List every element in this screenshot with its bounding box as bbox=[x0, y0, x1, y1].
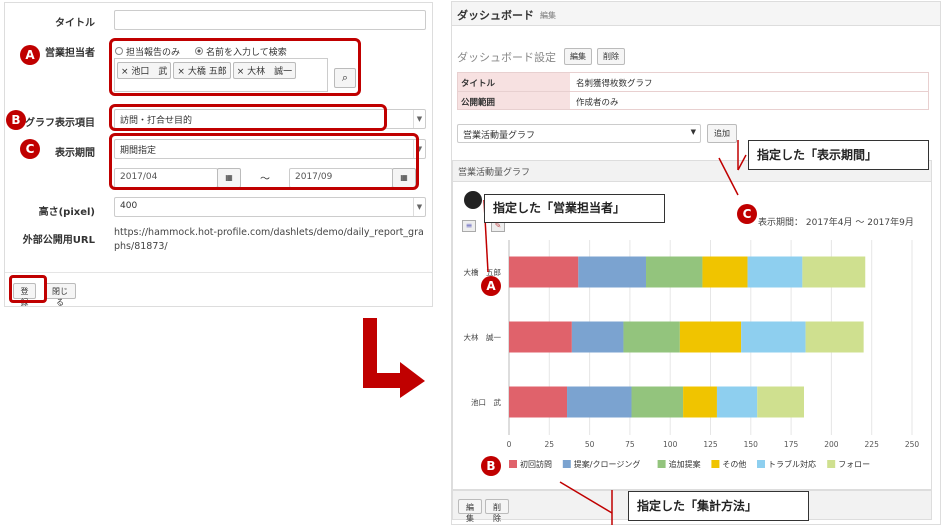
bar-segment bbox=[757, 386, 804, 418]
transition-arrow-icon bbox=[363, 318, 425, 398]
bar-segment bbox=[571, 321, 624, 353]
bar-segment bbox=[679, 321, 742, 353]
table-key: タイトル bbox=[458, 73, 570, 91]
bar-segment bbox=[567, 386, 632, 418]
legend-swatch bbox=[657, 460, 666, 468]
highlight-sales-rep bbox=[109, 38, 361, 96]
bar-segment bbox=[509, 256, 579, 288]
graph-edit-button[interactable]: 編集 bbox=[458, 499, 482, 523]
legend-swatch bbox=[562, 460, 571, 468]
x-tick-label: 200 bbox=[824, 440, 839, 449]
bar-segment bbox=[747, 256, 803, 288]
bar-segment bbox=[623, 321, 680, 353]
x-tick-label: 250 bbox=[905, 440, 920, 449]
highlight-period bbox=[109, 133, 419, 190]
legend-swatch bbox=[509, 460, 517, 468]
legend-swatch bbox=[827, 460, 836, 468]
bar-segment bbox=[802, 256, 866, 288]
x-tick-label: 125 bbox=[703, 440, 718, 449]
category-label: 池口 武 bbox=[471, 397, 501, 407]
settings-delete-button[interactable]: 削除 bbox=[597, 48, 625, 65]
x-tick-label: 225 bbox=[865, 440, 880, 449]
height-select[interactable]: 400 ▼ bbox=[114, 197, 426, 217]
graph-delete-button[interactable]: 削除 bbox=[485, 499, 509, 523]
bar-segment bbox=[631, 386, 684, 418]
x-tick-label: 175 bbox=[784, 440, 799, 449]
title-input[interactable] bbox=[114, 10, 426, 30]
badge-b-dashboard: B bbox=[481, 456, 501, 476]
callout-aggregation: 指定した「集計方法」 bbox=[628, 491, 809, 521]
bar-segment bbox=[741, 321, 806, 353]
dashboard-edit-link[interactable]: 編集 bbox=[540, 10, 556, 21]
highlight-graph-item bbox=[109, 104, 387, 131]
legend-label: トラブル対応 bbox=[768, 459, 816, 469]
period-display: 表示期間： 2017年4月 ～ 2017年9月 bbox=[758, 218, 914, 228]
stacked-bar-chart: 0 25 50 75 100 125 150 175 200 225 250 大橋 五郎大林 誠一池口… bbox=[464, 240, 920, 469]
close-button[interactable]: 閉じる bbox=[44, 283, 76, 307]
chevron-down-icon: ▼ bbox=[413, 110, 425, 128]
legend-label: 追加提案 bbox=[669, 459, 701, 469]
graph-item-label: グラフ表示項目 bbox=[25, 118, 95, 129]
graph-select[interactable]: 営業活動量グラフ ▼ bbox=[457, 124, 701, 143]
add-graph-button[interactable]: 追加 bbox=[707, 124, 737, 143]
table-value: 名刺獲得枚数グラフ bbox=[576, 79, 653, 89]
legend-swatch bbox=[711, 460, 720, 468]
graph-panel-title: 営業活動量グラフ bbox=[458, 168, 531, 178]
bar-segment bbox=[702, 256, 748, 288]
x-tick-label: 75 bbox=[625, 440, 635, 449]
settings-edit-button[interactable]: 編集 bbox=[564, 48, 592, 65]
chevron-down-icon: ▼ bbox=[413, 198, 425, 216]
table-key: 公開範囲 bbox=[458, 92, 570, 109]
bar-segment bbox=[716, 386, 758, 418]
badge-c: C bbox=[20, 139, 40, 159]
bar-segment bbox=[646, 256, 703, 288]
badge-a: A bbox=[20, 45, 40, 65]
category-label: 大林 誠一 bbox=[464, 332, 502, 342]
bar-segment bbox=[805, 321, 864, 353]
dashboard-settings-label: ダッシュボード設定 bbox=[457, 51, 556, 64]
bar-segment bbox=[509, 321, 572, 353]
legend-label: 初回訪問 bbox=[520, 459, 552, 469]
table-row: タイトル 名刺獲得枚数グラフ bbox=[457, 72, 929, 91]
x-tick-label: 150 bbox=[744, 440, 759, 449]
callout-period: 指定した「表示期間」 bbox=[748, 140, 929, 170]
dashboard-title: ダッシュボード bbox=[457, 9, 534, 22]
public-url-value[interactable]: https://hammock.hot-profile.com/dashlets… bbox=[114, 226, 426, 254]
legend-label: フォロー bbox=[838, 460, 870, 469]
table-value: 作成者のみ bbox=[576, 98, 619, 108]
badge-b: B bbox=[6, 110, 26, 130]
chevron-down-icon: ▼ bbox=[690, 128, 696, 136]
chart-type-icon bbox=[464, 191, 482, 209]
settings-table: タイトル 名刺獲得枚数グラフ 公開範囲 作成者のみ bbox=[457, 72, 929, 110]
legend-label: 提案/クロージング bbox=[574, 459, 641, 469]
bar-segment bbox=[578, 256, 647, 288]
x-tick-label: 0 bbox=[507, 440, 512, 449]
chart-toolbar-icon[interactable]: ≡ bbox=[462, 220, 476, 232]
legend-swatch bbox=[757, 460, 765, 468]
x-tick-label: 100 bbox=[663, 440, 678, 449]
bar-segment bbox=[683, 386, 717, 418]
highlight-register bbox=[9, 275, 47, 303]
title-label: タイトル bbox=[55, 18, 95, 29]
bar-segment bbox=[509, 386, 568, 418]
table-row: 公開範囲 作成者のみ bbox=[457, 91, 929, 110]
badge-c-dashboard: C bbox=[737, 204, 757, 224]
category-label: 大橋 五郎 bbox=[464, 267, 502, 277]
badge-a-dashboard: A bbox=[481, 276, 501, 296]
callout-sales-rep: 指定した「営業担当者」 bbox=[484, 194, 665, 223]
height-value: 400 bbox=[120, 201, 138, 211]
form-divider bbox=[5, 272, 432, 273]
x-tick-label: 50 bbox=[585, 440, 595, 449]
graph-select-value: 営業活動量グラフ bbox=[463, 131, 536, 141]
public-url-label: 外部公開用URL bbox=[22, 235, 95, 246]
legend-label: その他 bbox=[722, 459, 746, 469]
x-tick-label: 25 bbox=[545, 440, 555, 449]
height-label: 高さ(pixel) bbox=[38, 207, 95, 218]
